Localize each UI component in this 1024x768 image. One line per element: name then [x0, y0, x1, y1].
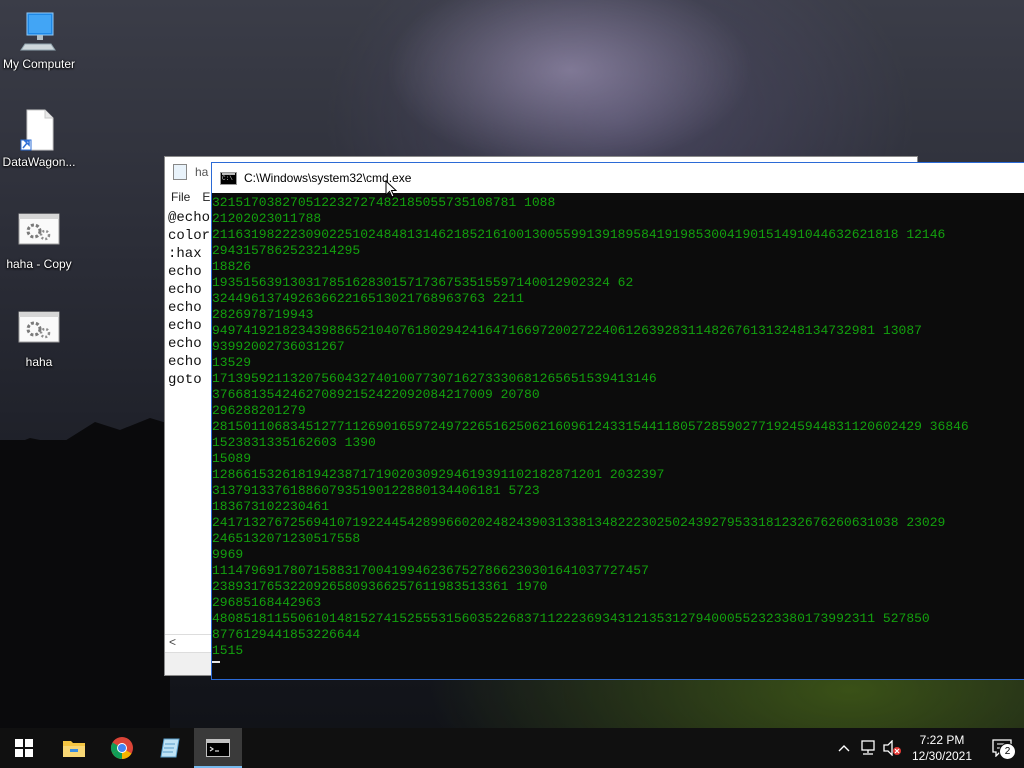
console-line: 183673102230461	[212, 499, 330, 514]
notification-count-badge: 2	[999, 743, 1016, 760]
windows-start-icon	[15, 739, 33, 757]
action-center-button[interactable]: 2	[980, 728, 1024, 768]
batch-file-icon	[17, 308, 61, 352]
taskbar-file-explorer[interactable]	[50, 728, 98, 768]
tray-network[interactable]	[856, 728, 880, 768]
volume-muted-icon	[883, 740, 901, 756]
menu-file[interactable]: File	[171, 190, 190, 204]
console-line: 1523831335162603 1390	[212, 435, 376, 450]
desktop-icon-label: haha	[25, 355, 53, 369]
notepad-icon	[173, 164, 187, 180]
console-line: 376681354246270892152422092084217009 207…	[212, 387, 540, 402]
console-line: 9497419218234398865210407618029424164716…	[212, 323, 922, 338]
console-line: 23893176532209265809366257611983513361 1…	[212, 579, 548, 594]
console-line: 2465132071230517558	[212, 531, 361, 546]
cmd-window[interactable]: C:\Windows\system32\cmd.exe 321517038270…	[211, 162, 1024, 680]
system-tray: 7:22 PM 12/30/2021 2	[832, 728, 1024, 768]
console-line: 2943157862523214295	[212, 243, 361, 258]
desktop-icon-label: haha - Copy	[6, 257, 72, 271]
desktop-icon-my-computer[interactable]: My Computer	[0, 10, 78, 71]
mouse-pointer-icon	[385, 180, 397, 198]
wallpaper-mountain	[0, 418, 170, 730]
horizontal-scrollbar[interactable]: <	[165, 634, 215, 651]
computer-icon	[17, 10, 61, 54]
console-line: 29685168442963	[212, 595, 322, 610]
console-line: 1286615326181942387171902030929461939110…	[212, 467, 665, 482]
console-line: 4808518115506101481527415255531560352268…	[212, 611, 930, 626]
desktop-icon-label: My Computer	[2, 57, 76, 71]
chevron-up-icon	[838, 745, 850, 752]
network-icon	[861, 740, 875, 755]
console-line: 18826	[212, 259, 252, 274]
desktop-icon-haha-copy[interactable]: haha - Copy	[0, 210, 78, 271]
console-line: 1114796917807158831700419946236752786623…	[212, 563, 649, 578]
console-line: 93992002736031267	[212, 339, 345, 354]
taskbar-clock[interactable]: 7:22 PM 12/30/2021	[904, 732, 980, 764]
console-line: 1515	[212, 643, 244, 658]
desktop-icon-haha[interactable]: haha	[0, 308, 78, 369]
chrome-icon	[111, 737, 133, 759]
console-line: 2417132767256941071922445428996602024824…	[212, 515, 946, 530]
console-line: 296288201279	[212, 403, 306, 418]
console-line: 32449613749263662216513021768963763 2211	[212, 291, 525, 306]
console-line: 321517038270512232727482185055735108781 …	[212, 195, 556, 210]
desktop-icon-label: DataWagon...	[2, 155, 76, 169]
shortcut-file-icon	[17, 108, 61, 152]
taskbar-cmd[interactable]	[194, 728, 242, 768]
console-line: 13529	[212, 355, 252, 370]
start-button[interactable]	[0, 728, 48, 768]
notepad-title: ha	[195, 165, 209, 179]
cmd-console-output[interactable]: 321517038270512232727482185055735108781 …	[212, 193, 1024, 659]
mountain-silhouette	[0, 418, 170, 470]
command-prompt-icon	[206, 739, 230, 757]
desktop-icon-datawagon[interactable]: DataWagon...	[0, 108, 78, 169]
cmd-titlebar[interactable]: C:\Windows\system32\cmd.exe	[212, 163, 1024, 193]
clock-date: 12/30/2021	[911, 749, 973, 763]
taskbar-chrome[interactable]	[98, 728, 146, 768]
console-line: 1713959211320756043274010077307162733306…	[212, 371, 657, 386]
console-line: 3137913376188607935190122880134406181 57…	[212, 483, 540, 498]
command-prompt-icon	[220, 171, 237, 185]
tray-volume[interactable]	[880, 728, 904, 768]
console-line: 1935156391303178516283015717367535155971…	[212, 275, 634, 290]
console-line: 9969	[212, 547, 244, 562]
console-line: 15089	[212, 451, 252, 466]
console-cursor	[212, 661, 220, 663]
folder-icon	[63, 741, 85, 757]
batch-file-icon	[17, 210, 61, 254]
scroll-left-arrow[interactable]: <	[169, 635, 176, 649]
tray-show-hidden[interactable]	[832, 728, 856, 768]
console-line: 2116319822230902251024848131462185216100…	[212, 227, 946, 242]
console-line: 8776129441853226644	[212, 627, 361, 642]
notepad-icon	[160, 738, 180, 758]
clock-time: 7:22 PM	[919, 733, 965, 747]
taskbar: 7:22 PM 12/30/2021 2	[0, 728, 1024, 768]
menu-edit[interactable]: E	[202, 190, 210, 204]
console-line: 2815011068345127711269016597249722651625…	[212, 419, 969, 434]
console-line: 2826978719943	[212, 307, 314, 322]
taskbar-notepad[interactable]	[146, 728, 194, 768]
console-line: 21202023011788	[212, 211, 322, 226]
